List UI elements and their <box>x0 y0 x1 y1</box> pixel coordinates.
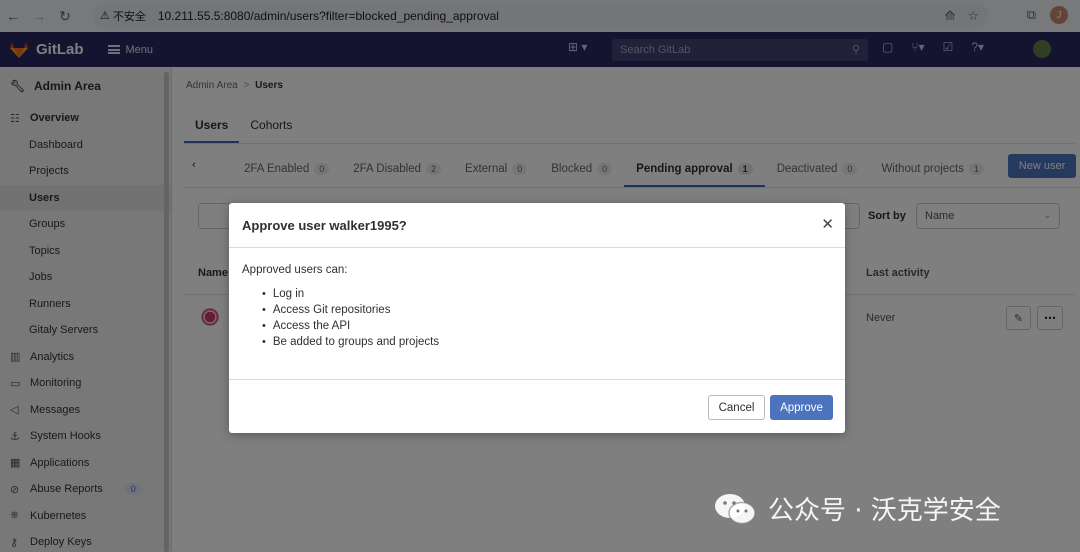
list-item: Be added to groups and projects <box>262 334 832 350</box>
list-item: Log in <box>262 286 832 302</box>
watermark: 公众号 · 沃克学安全 <box>714 490 1001 527</box>
watermark-text: 公众号 · 沃克学安全 <box>768 496 1001 526</box>
approve-button[interactable]: Approve <box>770 395 833 420</box>
modal-body: Approved users can: Log in Access Git re… <box>229 248 845 380</box>
wechat-icon <box>715 493 756 524</box>
modal-title: Approve user walker1995? <box>242 217 407 233</box>
cancel-button[interactable]: Cancel <box>708 395 765 420</box>
modal-footer: Cancel Approve <box>708 395 833 420</box>
permissions-list: Log in Access Git repositories Access th… <box>242 286 832 350</box>
modal-header: Approve user walker1995? ✕ <box>229 203 845 248</box>
list-item: Access Git repositories <box>262 302 832 318</box>
modal-intro: Approved users can: <box>242 264 348 276</box>
list-item: Access the API <box>262 318 832 334</box>
approve-user-modal: Approve user walker1995? ✕ Approved user… <box>229 203 845 433</box>
close-icon[interactable]: ✕ <box>821 217 834 232</box>
